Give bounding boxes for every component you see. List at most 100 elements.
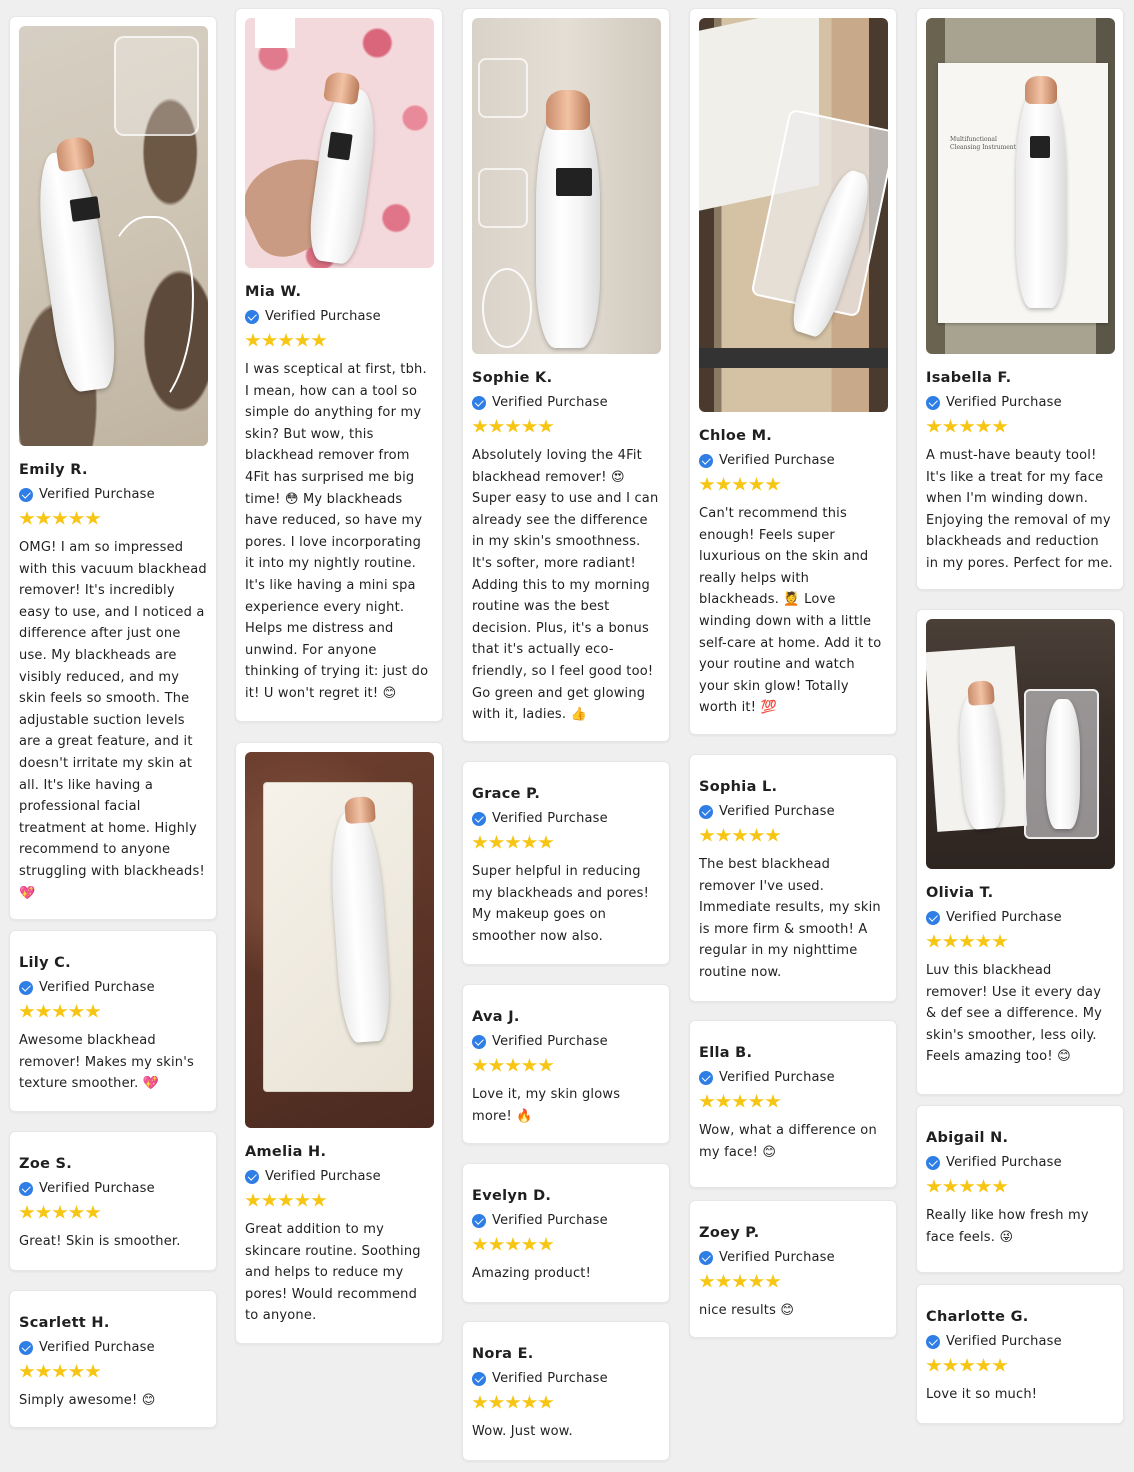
star-icon: [472, 1237, 488, 1251]
star-icon: [538, 1395, 554, 1409]
star-icon: [959, 934, 975, 948]
star-icon: [19, 1364, 35, 1378]
review-text: I was sceptical at first, tbh. I mean, h…: [245, 362, 429, 701]
star-rating: [926, 934, 1114, 949]
verified-purchase: Verified Purchase: [926, 910, 1114, 925]
star-icon: [975, 1358, 992, 1372]
reviewer-name: Isabella F.: [926, 370, 1012, 386]
verified-check-icon: [19, 980, 33, 995]
review-photo[interactable]: [19, 26, 208, 446]
star-icon: [52, 1205, 68, 1219]
star-icon: [52, 1364, 68, 1378]
review-card: Sophie K. Verified Purchase Absolutely l…: [462, 8, 670, 742]
star-rating: [19, 1004, 207, 1019]
review-card: Lily C. Verified Purchase Awesome blackh…: [9, 930, 217, 1112]
star-icon: [35, 511, 52, 525]
review-text: Really like how fresh my face feels. 😜: [926, 1208, 1089, 1245]
review-text: The best blackhead remover I've used. Im…: [699, 857, 881, 980]
star-icon: [311, 1193, 327, 1207]
star-icon: [19, 511, 35, 525]
star-icon: [85, 1364, 101, 1378]
review-card: Emily R. Verified Purchase OMG! I am so …: [9, 16, 217, 920]
verified-check-icon: [699, 1070, 713, 1085]
review-text: Simply awesome! 😊: [19, 1393, 156, 1408]
verified-check-icon: [926, 910, 940, 925]
star-icon: [68, 1364, 85, 1378]
review-text: Wow. Just wow.: [472, 1424, 573, 1439]
verified-label: Verified Purchase: [492, 1213, 608, 1228]
verified-purchase: Verified Purchase: [19, 1181, 207, 1196]
star-rating: [245, 1193, 433, 1208]
reviewer-name: Scarlett H.: [19, 1315, 110, 1331]
star-icon: [505, 835, 521, 849]
verified-purchase: Verified Purchase: [926, 1155, 1114, 1170]
star-icon: [311, 333, 327, 347]
star-icon: [52, 511, 68, 525]
verified-check-icon: [472, 811, 486, 826]
review-card: Charlotte G. Verified Purchase Love it s…: [916, 1284, 1124, 1424]
star-icon: [278, 333, 294, 347]
reviewer-name: Chloe M.: [699, 428, 773, 444]
star-icon: [261, 333, 278, 347]
star-rating: [926, 1179, 1114, 1194]
review-photo[interactable]: [699, 18, 888, 412]
review-card: Olivia T. Verified Purchase Luv this bla…: [916, 609, 1124, 1095]
verified-label: Verified Purchase: [719, 453, 835, 468]
star-icon: [699, 1274, 715, 1288]
star-icon: [992, 1358, 1008, 1372]
verified-label: Verified Purchase: [39, 1181, 155, 1196]
star-icon: [488, 1058, 505, 1072]
reviewer-name: Amelia H.: [245, 1144, 327, 1160]
review-card: Zoey P. Verified Purchase nice results 😊: [689, 1200, 897, 1338]
review-photo[interactable]: [926, 619, 1115, 869]
review-text: Love it, my skin glows more! 🔥: [472, 1087, 621, 1124]
star-icon: [975, 1179, 992, 1193]
star-icon: [19, 1004, 35, 1018]
verified-label: Verified Purchase: [265, 1169, 381, 1184]
verified-check-icon: [926, 1334, 940, 1349]
review-card: Zoe S. Verified Purchase Great! Skin is …: [9, 1131, 217, 1271]
star-icon: [942, 1358, 959, 1372]
star-icon: [942, 934, 959, 948]
star-icon: [538, 1237, 554, 1251]
review-text: nice results 😊: [699, 1303, 795, 1318]
star-rating: [19, 511, 207, 526]
verified-check-icon: [699, 453, 713, 468]
star-rating: [245, 333, 433, 348]
review-photo[interactable]: [245, 752, 434, 1128]
reviewer-name: Grace P.: [472, 786, 541, 802]
verified-check-icon: [699, 1250, 713, 1265]
star-icon: [942, 419, 959, 433]
star-icon: [765, 1274, 781, 1288]
star-icon: [699, 828, 715, 842]
reviewer-name: Zoey P.: [699, 1225, 760, 1241]
star-icon: [294, 1193, 311, 1207]
verified-check-icon: [699, 804, 713, 819]
verified-label: Verified Purchase: [946, 1155, 1062, 1170]
star-rating: [19, 1364, 207, 1379]
star-icon: [472, 1395, 488, 1409]
star-icon: [85, 511, 101, 525]
star-icon: [261, 1193, 278, 1207]
star-icon: [505, 1395, 521, 1409]
review-photo[interactable]: [472, 18, 661, 354]
star-icon: [488, 1395, 505, 1409]
verified-purchase: Verified Purchase: [699, 453, 887, 468]
star-icon: [245, 333, 261, 347]
star-icon: [748, 1094, 765, 1108]
star-icon: [992, 934, 1008, 948]
star-icon: [505, 1058, 521, 1072]
reviewer-name: Sophie K.: [472, 370, 553, 386]
review-text: Luv this blackhead remover! Use it every…: [926, 963, 1103, 1065]
star-rating: [472, 1058, 660, 1073]
star-rating: [926, 1358, 1114, 1373]
review-photo[interactable]: [245, 18, 434, 268]
review-photo[interactable]: Multifunctional Cleansing Instrument: [926, 18, 1115, 354]
verified-label: Verified Purchase: [946, 910, 1062, 925]
star-icon: [732, 477, 748, 491]
verified-check-icon: [472, 1213, 486, 1228]
star-icon: [732, 1094, 748, 1108]
star-icon: [278, 1193, 294, 1207]
star-icon: [715, 828, 732, 842]
verified-check-icon: [19, 487, 33, 502]
